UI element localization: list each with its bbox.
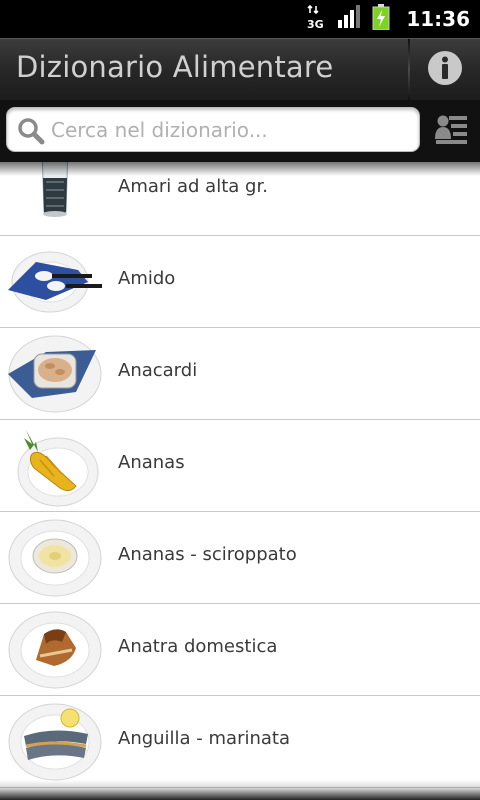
food-name: Anguilla - marinata [118, 728, 291, 749]
list-item[interactable]: Anatra domestica [0, 604, 480, 696]
list-item[interactable]: Ananas - sciroppato [0, 512, 480, 604]
status-clock: 11:36 [406, 7, 470, 31]
info-button[interactable] [410, 39, 480, 101]
food-name: Anatra domestica [118, 636, 278, 657]
svg-text:3G: 3G [307, 18, 324, 30]
food-name: Amido [118, 268, 176, 289]
signal-strength-icon [336, 4, 362, 34]
list-item[interactable]: Ananas [0, 420, 480, 512]
app-title: Dizionario Alimentare [16, 50, 334, 84]
food-list[interactable]: Amari ad alta gr. Amido Anacardi Ananas … [0, 162, 480, 800]
food-thumbnail [6, 700, 104, 784]
search-icon [17, 117, 45, 149]
network-3g-icon: 3G [306, 4, 326, 34]
app-title-bar: Dizionario Alimentare [0, 38, 480, 101]
category-filter-button[interactable] [428, 108, 474, 154]
food-name: Amari ad alta gr. [118, 176, 268, 197]
info-icon [426, 49, 464, 91]
food-thumbnail [6, 608, 104, 692]
food-thumbnail [6, 162, 104, 232]
list-item[interactable]: Anguilla - marinata [0, 696, 480, 788]
list-item[interactable]: Amido [0, 236, 480, 328]
food-thumbnail [6, 332, 104, 416]
search-bar [0, 100, 480, 162]
list-item[interactable]: Anacardi [0, 328, 480, 420]
list-item[interactable]: Amari ad alta gr. [0, 162, 480, 236]
food-name: Ananas - sciroppato [118, 544, 297, 565]
food-thumbnail [6, 424, 104, 508]
battery-charging-icon [372, 4, 390, 34]
food-thumbnail [6, 516, 104, 600]
list-filter-icon [434, 112, 468, 150]
food-name: Ananas [118, 452, 185, 473]
food-name: Anacardi [118, 360, 198, 381]
search-input[interactable] [51, 114, 411, 146]
status-bar: 3G 11:36 [0, 0, 480, 38]
search-box[interactable] [6, 107, 420, 152]
food-thumbnail [6, 240, 104, 324]
